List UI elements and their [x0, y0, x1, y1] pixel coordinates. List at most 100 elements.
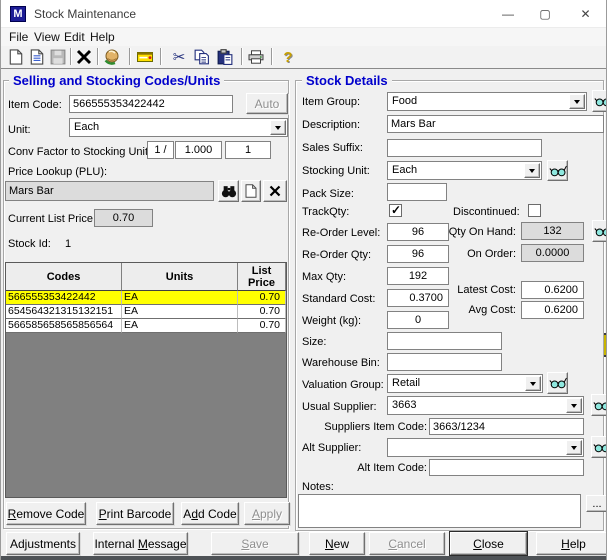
- menu-view[interactable]: View: [31, 30, 63, 44]
- valuation-group-lookup-button[interactable]: [547, 372, 568, 394]
- reorder-level-input[interactable]: [387, 223, 449, 241]
- valuation-group-dropdown-arrow[interactable]: [525, 376, 541, 391]
- close-icon: ✕: [580, 7, 591, 21]
- ellipsis-icon: ...: [592, 497, 602, 510]
- close-window-button[interactable]: ✕: [563, 0, 606, 28]
- adjustments-label: Adjustments: [9, 536, 77, 551]
- latest-cost-input[interactable]: [521, 281, 584, 299]
- stocking-unit-dropdown-arrow[interactable]: [524, 163, 540, 178]
- size-input[interactable]: [387, 332, 502, 350]
- warehouse-bin-input[interactable]: [387, 353, 502, 371]
- unit-dropdown-arrow[interactable]: [270, 120, 286, 135]
- valuation-group-dropdown[interactable]: Retail: [387, 374, 543, 393]
- menu-edit[interactable]: Edit: [61, 30, 88, 44]
- toolbar-delete-button[interactable]: [74, 47, 94, 67]
- column-header-codes[interactable]: Codes: [6, 263, 122, 291]
- item-code-input[interactable]: [69, 95, 233, 113]
- max-qty-input[interactable]: [387, 267, 449, 285]
- auto-button[interactable]: Auto: [246, 93, 288, 114]
- remove-code-button[interactable]: Remove Code: [6, 502, 86, 525]
- alt-supplier-dropdown-arrow[interactable]: [566, 440, 582, 455]
- item-group-lookup-button[interactable]: [592, 90, 606, 112]
- cancel-button[interactable]: Cancel: [369, 532, 445, 555]
- pack-size-label: Pack Size:: [302, 188, 354, 200]
- minimize-button[interactable]: —: [489, 0, 527, 28]
- x-icon: [269, 185, 281, 197]
- print-barcode-button[interactable]: Print Barcode: [96, 502, 174, 525]
- usual-supplier-value: 3663: [392, 399, 417, 411]
- auto-button-label: Auto: [254, 96, 280, 111]
- toolbar-stock-lookup-button[interactable]: [102, 47, 122, 67]
- plu-input[interactable]: [5, 181, 214, 201]
- apply-button[interactable]: Apply: [244, 502, 290, 525]
- stocking-unit-dropdown[interactable]: Each: [387, 161, 542, 180]
- help-button[interactable]: Help: [536, 532, 606, 555]
- plu-new-button[interactable]: [241, 180, 261, 202]
- conv-factor-input-3[interactable]: [225, 141, 271, 159]
- table-row[interactable]: 566585658565856564 EA 0.70: [6, 319, 286, 333]
- stocking-unit-lookup-button[interactable]: [547, 160, 568, 181]
- unit-dropdown[interactable]: Each: [69, 118, 288, 137]
- qty-on-hand-lookup-button[interactable]: [592, 220, 606, 242]
- alt-supplier-lookup-button[interactable]: [591, 436, 606, 458]
- track-qty-label: TrackQty:: [302, 206, 350, 218]
- menu-help[interactable]: Help: [87, 30, 118, 44]
- add-code-button[interactable]: Add Code: [181, 502, 239, 525]
- plu-find-button[interactable]: [218, 180, 239, 202]
- toolbar-message-button[interactable]: [135, 47, 155, 67]
- menu-file[interactable]: File: [6, 30, 31, 44]
- latest-cost-label: Latest Cost:: [457, 284, 516, 296]
- internal-message-button[interactable]: Internal Message: [93, 532, 188, 555]
- suppliers-item-code-input[interactable]: [429, 418, 584, 435]
- usual-supplier-dropdown[interactable]: 3663: [387, 396, 584, 415]
- glasses-icon: [549, 165, 567, 177]
- toolbar-cut-button[interactable]: ✂: [169, 47, 189, 67]
- alt-supplier-dropdown[interactable]: [387, 438, 584, 457]
- standard-cost-input[interactable]: [387, 289, 449, 307]
- plu-clear-button[interactable]: [263, 180, 287, 202]
- toolbar-help-button[interactable]: ?: [278, 47, 298, 67]
- description-input[interactable]: [387, 115, 604, 133]
- notes-textarea[interactable]: [298, 494, 581, 528]
- column-header-list-price[interactable]: List Price: [238, 263, 286, 291]
- item-group-dropdown-arrow[interactable]: [569, 94, 585, 109]
- usual-supplier-lookup-button[interactable]: [591, 394, 606, 416]
- toolbar-new-button[interactable]: [6, 47, 26, 67]
- notes-more-button[interactable]: ...: [586, 495, 606, 512]
- plu-label: Price Lookup (PLU):: [8, 166, 108, 178]
- conv-factor-input-2[interactable]: [175, 141, 222, 159]
- weight-input[interactable]: [387, 311, 449, 329]
- reorder-qty-input[interactable]: [387, 245, 449, 263]
- alt-supplier-label: Alt Supplier:: [302, 442, 362, 454]
- track-qty-checkbox[interactable]: [389, 203, 402, 217]
- table-row[interactable]: 654564321315132151 EA 0.70: [6, 305, 286, 319]
- save-icon: [50, 49, 66, 65]
- adjustments-button[interactable]: Adjustments: [6, 532, 80, 555]
- sales-suffix-input[interactable]: [387, 139, 542, 157]
- toolbar-print-button[interactable]: [246, 47, 266, 67]
- paste-icon: [217, 49, 233, 65]
- table-cell: EA: [122, 291, 238, 305]
- discontinued-checkbox[interactable]: [528, 204, 541, 217]
- stock-maintenance-window: M Stock Maintenance — ▢ ✕ File View Edit…: [0, 0, 607, 560]
- toolbar-save-button[interactable]: [48, 47, 68, 67]
- save-label: Save: [241, 536, 269, 551]
- maximize-button[interactable]: ▢: [526, 0, 564, 28]
- notes-label: Notes:: [302, 481, 334, 493]
- close-button[interactable]: Close: [450, 532, 527, 555]
- table-row[interactable]: 566555353422442 EA 0.70: [6, 291, 286, 305]
- toolbar-copy-button[interactable]: [192, 47, 212, 67]
- new-button[interactable]: New: [309, 532, 365, 555]
- item-group-dropdown[interactable]: Food: [387, 92, 587, 111]
- glasses-icon: [549, 377, 567, 389]
- conv-factor-input-1[interactable]: [147, 141, 174, 159]
- column-header-units[interactable]: Units: [122, 263, 238, 291]
- toolbar-open-button[interactable]: [27, 47, 47, 67]
- alt-item-code-input[interactable]: [429, 459, 584, 476]
- avg-cost-input[interactable]: [521, 301, 584, 319]
- usual-supplier-dropdown-arrow[interactable]: [566, 398, 582, 413]
- pack-size-input[interactable]: [387, 183, 447, 201]
- toolbar-paste-button[interactable]: [215, 47, 235, 67]
- save-button[interactable]: Save: [211, 532, 299, 555]
- reorder-level-label: Re-Order Level:: [302, 227, 381, 239]
